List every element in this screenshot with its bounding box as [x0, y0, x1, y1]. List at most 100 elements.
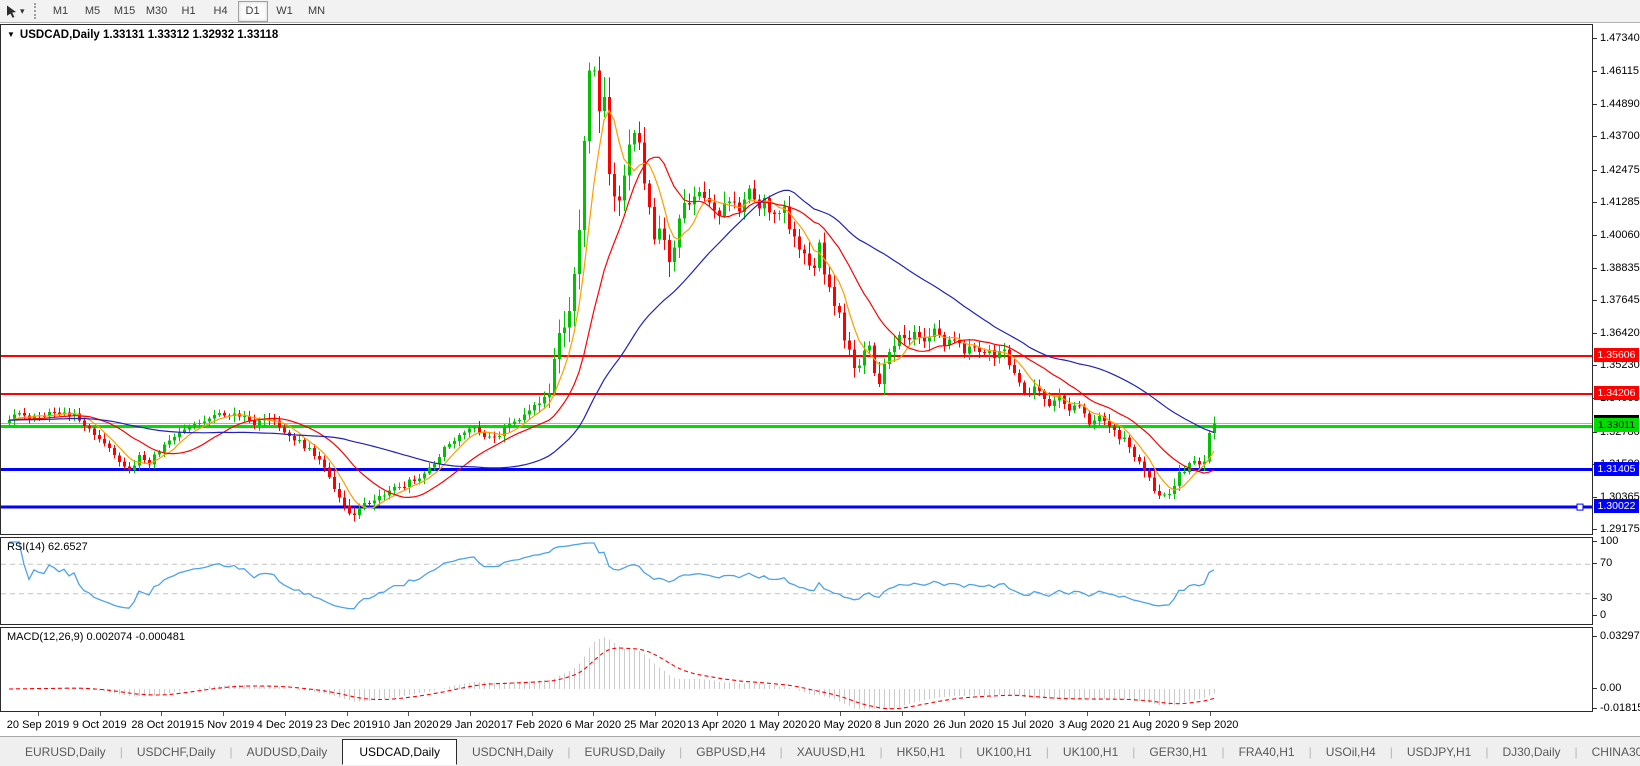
- price-tick-label: 1.38835: [1600, 261, 1640, 274]
- hline-price-chip[interactable]: 1.30022: [1594, 499, 1639, 514]
- price-tick-label: 1.37645: [1600, 294, 1640, 307]
- axis-tick: [1593, 104, 1597, 106]
- date-label: 17 Feb 2020: [500, 719, 563, 731]
- price-tick-label: 1.47340: [1600, 32, 1640, 44]
- hline-price-chip[interactable]: 1.31405: [1594, 461, 1639, 476]
- rsi-scale-label: 100: [1600, 535, 1619, 547]
- price-tick-label: 1.29175: [1600, 523, 1640, 535]
- axis-tick: [1593, 267, 1597, 269]
- price-axis: 1.47340 1.46115 1.44890 1.43700 1.42475 1.412…: [1593, 23, 1640, 736]
- date-label: 20 May 2020: [808, 719, 872, 731]
- price-tick-label: 1.44890: [1600, 98, 1640, 111]
- rsi-pane[interactable]: RSI(14) 62.6527: [0, 537, 1593, 625]
- axis-tick: [1593, 541, 1597, 542]
- tab-dj30-daily[interactable]: DJ30,Daily: [1489, 738, 1573, 766]
- axis-tick: [1593, 38, 1597, 39]
- date-label: 6 Mar 2020: [565, 719, 622, 731]
- date-label: 28 Oct 2019: [131, 719, 192, 731]
- axis-tick: [1593, 636, 1597, 637]
- tab-fra40-h1[interactable]: FRA40,H1: [1226, 738, 1308, 766]
- macd-scale-label: 0.00: [1600, 682, 1622, 694]
- date-tick: [901, 712, 903, 716]
- date-tick: [531, 712, 533, 716]
- date-tick: [469, 712, 471, 716]
- date-label: 15 Nov 2019: [191, 719, 255, 731]
- date-tick: [1210, 712, 1212, 716]
- tf-button-h4[interactable]: H4: [206, 1, 236, 22]
- price-tick-label: 1.43700: [1600, 130, 1640, 143]
- tf-button-m30[interactable]: M30: [142, 1, 172, 22]
- chart-tab-bar: EURUSD,Daily | USDCHF,Daily | AUDUSD,Daily US…: [0, 736, 1640, 766]
- date-label: 26 Jun 2020: [933, 719, 994, 731]
- rsi-plot: [1, 541, 1592, 610]
- tab-usdcad-daily[interactable]: USDCAD,Daily: [342, 738, 457, 765]
- rsi-scale-label: 30: [1600, 592, 1613, 604]
- axis-tick: [1593, 300, 1597, 302]
- date-tick: [840, 712, 842, 716]
- macd-label: MACD(12,26,9) 0.002074 -0.000481: [7, 631, 185, 643]
- axis-tick: [1593, 136, 1597, 138]
- date-axis: 20 Sep 2019 9 Oct 2019 28 Oct 2019 15 Nov 2…: [0, 712, 1593, 736]
- tab-usdchf-daily[interactable]: USDCHF,Daily: [124, 738, 229, 766]
- tab-usdcnh-daily[interactable]: USDCNH,Daily: [459, 738, 566, 766]
- tf-button-m15[interactable]: M15: [110, 1, 140, 22]
- date-tick: [284, 712, 286, 716]
- ma-fast-line: [8, 109, 1215, 509]
- date-label: 13 Apr 2020: [687, 719, 747, 731]
- tf-button-d1[interactable]: D1: [237, 0, 268, 22]
- axis-tick: [1593, 234, 1597, 236]
- price-tick-label: 1.41285: [1600, 195, 1640, 208]
- tab-uk100-h1[interactable]: UK100,H1: [1050, 738, 1131, 766]
- axis-tick: [1593, 333, 1597, 335]
- candlestick-plot[interactable]: [1, 25, 1592, 534]
- date-tick: [593, 712, 595, 716]
- timeframe-group: M1 M5 M15 M30 H1 H4 D1 W1 MN: [45, 0, 333, 22]
- macd-scale-label: 0.032972: [1600, 630, 1640, 642]
- tab-gbpusd-h4[interactable]: GBPUSD,H4: [683, 738, 778, 766]
- tab-china300-h1[interactable]: CHINA300,H1: [1579, 738, 1640, 766]
- axis-tick: [1593, 688, 1597, 689]
- tab-uk100-h1[interactable]: UK100,H1: [963, 738, 1044, 766]
- tf-button-h1[interactable]: H1: [174, 1, 204, 22]
- tab-usoil-h4[interactable]: USOil,H4: [1313, 738, 1389, 766]
- axis-tick: [1593, 71, 1597, 73]
- rsi-label: RSI(14) 62.6527: [7, 541, 88, 553]
- hline-price-chip[interactable]: 1.34206: [1594, 386, 1639, 400]
- tab-audusd-daily[interactable]: AUDUSD,Daily: [234, 738, 341, 766]
- mt4-window: ▾ M1 M5 M15 M30 H1 H4 D1 W1 MN ▼ USDCAD,Daily 1.3…: [0, 0, 1640, 766]
- rsi-scale-label: 0: [1600, 609, 1607, 621]
- axis-tick: [1593, 365, 1597, 367]
- date-tick: [1086, 712, 1088, 716]
- date-tick: [716, 712, 718, 716]
- macd-scale-label: -0.018154: [1600, 702, 1640, 714]
- chart-cursor-icon[interactable]: [4, 4, 19, 19]
- tab-usdjpy-h1[interactable]: USDJPY,H1: [1394, 738, 1484, 766]
- tf-button-m5[interactable]: M5: [78, 1, 108, 22]
- hline-price-chip[interactable]: 1.35606: [1594, 348, 1639, 363]
- date-label: 4 Dec 2019: [256, 719, 313, 731]
- top-toolbar: ▾ M1 M5 M15 M30 H1 H4 D1 W1 MN: [0, 0, 1640, 23]
- date-tick: [408, 712, 410, 716]
- axis-tick: [1593, 708, 1597, 709]
- axis-tick: [1593, 615, 1597, 616]
- tab-hk50-h1[interactable]: HK50,H1: [884, 738, 959, 766]
- tab-xauusd-h1[interactable]: XAUUSD,H1: [784, 738, 879, 766]
- date-label: 8 Jun 2020: [874, 719, 930, 731]
- ma-medium-line: [8, 156, 1215, 499]
- hline-handle[interactable]: [1576, 503, 1584, 511]
- price-tick-label: 1.36420: [1600, 327, 1640, 340]
- tf-button-mn[interactable]: MN: [302, 1, 332, 22]
- macd-pane[interactable]: MACD(12,26,9) 0.002074 -0.000481: [0, 627, 1593, 712]
- price-pane[interactable]: ▼ USDCAD,Daily 1.33131 1.33312 1.32932 1.…: [0, 24, 1593, 535]
- tf-button-w1[interactable]: W1: [270, 1, 300, 22]
- date-label: 23 Dec 2019: [315, 719, 378, 731]
- caret-down-icon[interactable]: ▾: [20, 6, 25, 17]
- tab-eurusd-daily[interactable]: EURUSD,Daily: [12, 738, 119, 766]
- tab-ger30-h1[interactable]: GER30,H1: [1136, 738, 1220, 766]
- tf-button-m1[interactable]: M1: [46, 1, 76, 22]
- macd-plot: [8, 636, 1216, 710]
- chart-title: ▼ USDCAD,Daily 1.33131 1.33312 1.32932 1.…: [7, 29, 279, 41]
- hline-price-chip[interactable]: 1.33011: [1594, 418, 1639, 433]
- date-tick: [38, 712, 39, 716]
- tab-eurusd-daily[interactable]: EURUSD,Daily: [571, 738, 678, 766]
